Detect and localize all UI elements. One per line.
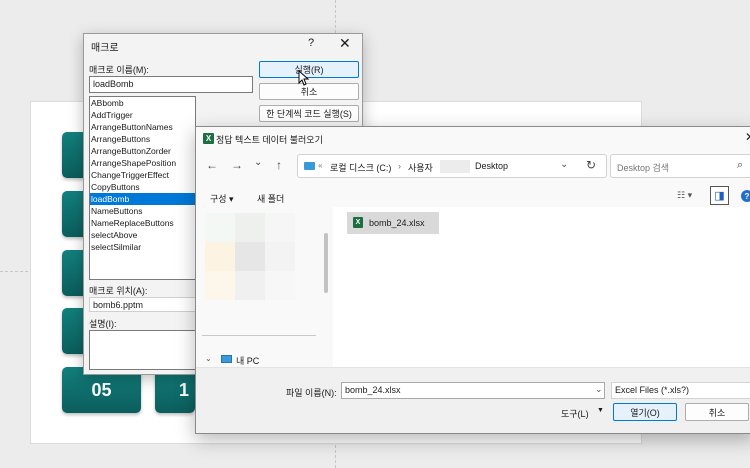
preview-pane-icon[interactable]: ◨ <box>710 186 729 205</box>
nav-scrollbar[interactable] <box>324 233 328 293</box>
macro-dialog-titlebar[interactable]: 매크로 ? ✕ <box>84 34 362 56</box>
nav-blurred-item <box>235 242 265 271</box>
file-item-name: bomb_24.xlsx <box>369 218 425 228</box>
cancel-button[interactable]: 취소 <box>685 403 749 421</box>
breadcrumb-local-disk[interactable]: 로컬 디스크 (C:) <box>330 161 391 174</box>
macro-item[interactable]: ArrangeButtons <box>90 133 195 145</box>
close-icon[interactable]: ✕ <box>745 130 750 144</box>
open-button[interactable]: 열기(O) <box>613 403 677 421</box>
search-icon: ⌕ <box>737 159 744 171</box>
description-textarea[interactable] <box>89 330 196 370</box>
macro-item[interactable]: NameButtons <box>90 205 195 217</box>
nav-blurred-item <box>205 271 235 300</box>
macro-dialog-title: 매크로 <box>91 43 119 54</box>
open-button-label: 열기(O) <box>630 407 660 418</box>
recent-locations-chevron-icon[interactable]: ⌄ <box>254 157 262 168</box>
macro-list[interactable]: ABbomb AddTrigger ArrangeButtonNames Arr… <box>89 96 196 280</box>
breadcrumb-users[interactable]: 사용자 <box>408 161 433 174</box>
excel-icon: X <box>203 133 214 144</box>
view-options-icon[interactable]: ☷ ▾ <box>677 190 692 201</box>
organize-button[interactable]: 구성 ▾ <box>210 192 234 205</box>
macro-location-select[interactable]: bomb6.pptm <box>89 297 196 312</box>
cancel-button-label: 취소 <box>708 407 726 418</box>
address-dropdown-icon[interactable]: ⌄ <box>560 159 568 170</box>
nav-blurred-item <box>235 271 265 300</box>
tile-label: 05 <box>91 379 112 400</box>
cancel-button-label: 취소 <box>300 87 318 97</box>
path-overflow[interactable]: « <box>318 161 322 170</box>
step-into-button-label: 한 단계씩 코드 실행(S) <box>266 109 352 119</box>
tile-label: 1 <box>178 379 189 400</box>
macro-item[interactable]: ArrangeButtonNames <box>90 121 195 133</box>
new-folder-button[interactable]: 새 폴더 <box>257 192 284 205</box>
forward-arrow-icon[interactable]: → <box>231 158 243 172</box>
macro-item[interactable]: ABbomb <box>90 97 195 109</box>
macro-item-selected[interactable]: loadBomb <box>90 193 195 205</box>
filename-dropdown-icon[interactable]: ⌄ <box>595 384 603 395</box>
tools-button[interactable]: 도구(L) <box>561 407 589 420</box>
search-input[interactable]: Desktop 검색 <box>617 161 669 174</box>
filename-input[interactable]: bomb_24.xlsx <box>341 382 605 399</box>
help-icon[interactable]: ? <box>741 190 750 202</box>
breadcrumb-desktop[interactable]: Desktop <box>475 161 508 171</box>
filename-label: 파일 이름(N): <box>286 388 337 398</box>
description-label: 설명(I): <box>89 319 117 329</box>
nav-divider <box>202 335 316 336</box>
nav-blurred-item <box>205 213 235 242</box>
excel-file-icon: X <box>353 217 363 228</box>
drive-icon <box>304 162 315 170</box>
macro-item[interactable]: selectAbove <box>90 229 195 241</box>
macro-location-label: 매크로 위치(A): <box>89 286 148 296</box>
nav-blurred-item <box>265 242 295 271</box>
up-arrow-icon[interactable]: ↑ <box>276 158 282 172</box>
nav-blurred-item <box>235 213 265 242</box>
macro-item[interactable]: NameReplaceButtons <box>90 217 195 229</box>
macro-name-label: 매크로 이름(M): <box>89 65 149 75</box>
filename-value: bomb_24.xlsx <box>345 385 401 395</box>
filetype-value: Excel Files (*.xls?) <box>615 385 690 395</box>
open-file-dialog: X 정답 텍스트 데이터 불러오기 ✕ ← → ⌄ ↑ « 로컬 디스크 (C:… <box>195 126 750 434</box>
nav-blurred-item <box>205 242 235 271</box>
navigation-pane[interactable]: ⌄ 내 PC <box>196 207 328 367</box>
macro-item[interactable]: CopyButtons <box>90 181 195 193</box>
macro-item[interactable]: ArrangeShapePosition <box>90 157 195 169</box>
macro-item[interactable]: ArrangeButtonZorder <box>90 145 195 157</box>
step-into-button[interactable]: 한 단계씩 코드 실행(S) <box>259 105 359 122</box>
file-dialog-title: 정답 텍스트 데이터 불러오기 <box>216 135 323 145</box>
nav-this-pc[interactable]: 내 PC <box>236 354 259 367</box>
expand-chevron-icon[interactable]: ⌄ <box>205 354 212 363</box>
tools-dropdown-icon[interactable]: ▼ <box>597 407 604 414</box>
macro-item[interactable]: ChangeTriggerEffect <box>90 169 195 181</box>
monitor-icon <box>221 355 232 363</box>
nav-blurred-item <box>265 271 295 300</box>
breadcrumb-separator: › <box>398 161 401 171</box>
address-bar[interactable]: « 로컬 디스크 (C:) › 사용자 Desktop ⌄ ↻ <box>297 154 607 178</box>
back-arrow-icon[interactable]: ← <box>206 158 218 172</box>
breadcrumb-user-blurred[interactable] <box>440 160 470 173</box>
file-list[interactable]: X bomb_24.xlsx <box>333 207 750 367</box>
filetype-select[interactable]: Excel Files (*.xls?) <box>611 382 750 399</box>
dialog-footer: 파일 이름(N): bomb_24.xlsx ⌄ Excel Files (*.… <box>196 367 750 433</box>
macro-item[interactable]: AddTrigger <box>90 109 195 121</box>
refresh-icon[interactable]: ↻ <box>586 158 596 172</box>
search-box[interactable]: Desktop 검색 ⌕ <box>610 154 750 178</box>
close-icon[interactable]: ✕ <box>339 35 351 52</box>
mouse-cursor-icon <box>298 70 310 86</box>
macro-name-input[interactable]: loadBomb <box>89 76 253 93</box>
help-icon[interactable]: ? <box>308 37 314 49</box>
macro-item[interactable]: selectSilmilar <box>90 241 195 253</box>
file-item-selected[interactable]: X bomb_24.xlsx <box>347 212 439 234</box>
nav-blurred-item <box>265 213 295 242</box>
